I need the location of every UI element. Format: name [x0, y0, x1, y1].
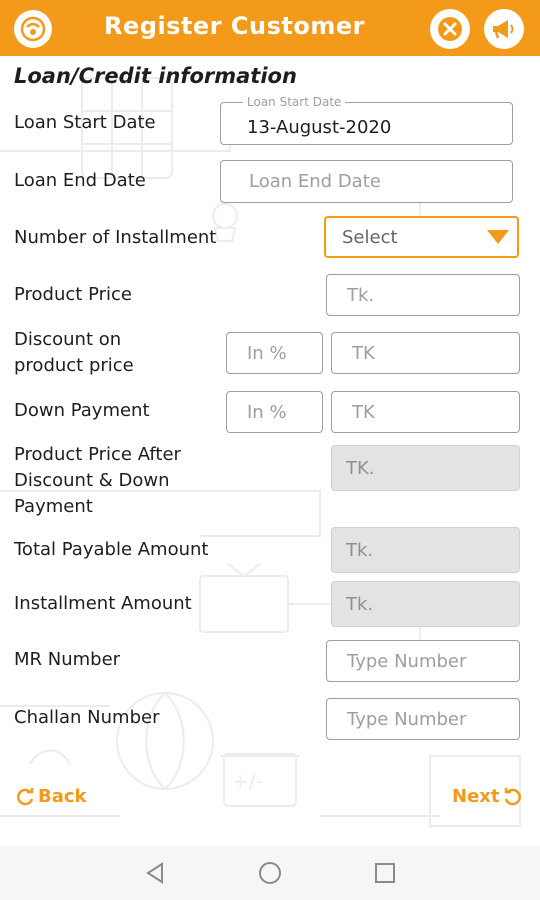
installment-count-selected: Select — [342, 226, 398, 248]
section-title: Loan/Credit information — [14, 64, 297, 88]
loan-end-date-field[interactable]: Loan End Date — [220, 160, 513, 203]
challan-number-label: Challan Number — [14, 707, 160, 728]
form-container: Loan/Credit information Loan Start Date … — [0, 56, 540, 846]
loan-start-date-value: 13-August-2020 — [247, 117, 392, 138]
back-label: Back — [38, 786, 87, 807]
next-arrow-icon — [504, 787, 521, 805]
announcement-button[interactable] — [484, 9, 524, 49]
price-after-label-line2: Discount & Down — [14, 470, 170, 491]
installment-amount-field: Tk. — [331, 581, 520, 627]
triangle-back-icon[interactable] — [144, 861, 166, 885]
dropdown-caret-icon — [487, 230, 509, 244]
circle-home-icon[interactable] — [258, 861, 282, 885]
loan-end-date-label: Loan End Date — [14, 170, 146, 191]
installment-count-label: Number of Installment — [14, 227, 217, 248]
square-recents-icon[interactable] — [374, 861, 396, 885]
mr-number-input[interactable]: Type Number — [326, 640, 520, 682]
installment-amount-label: Installment Amount — [14, 593, 192, 614]
total-payable-label: Total Payable Amount — [14, 539, 209, 560]
total-payable-field: Tk. — [331, 527, 520, 573]
loan-start-date-field[interactable]: Loan Start Date 13-August-2020 — [220, 95, 513, 145]
discount-label-line1: Discount on — [14, 329, 122, 350]
next-button[interactable]: Next — [452, 786, 522, 807]
mr-number-label: MR Number — [14, 649, 121, 670]
discount-percent-input[interactable]: In % — [226, 332, 323, 374]
next-label: Next — [452, 786, 500, 807]
page-title: Register Customer — [104, 12, 365, 40]
back-button[interactable]: Back — [16, 786, 87, 807]
megaphone-icon — [493, 20, 514, 39]
down-payment-label: Down Payment — [14, 400, 150, 421]
system-navigation-bar — [0, 846, 540, 900]
down-payment-amount-input[interactable]: TK — [331, 391, 520, 433]
close-icon — [438, 17, 462, 41]
loan-start-date-legend: Loan Start Date — [243, 95, 346, 109]
product-price-label: Product Price — [14, 284, 132, 305]
challan-number-input[interactable]: Type Number — [326, 698, 520, 740]
price-after-field: TK. — [331, 445, 520, 491]
price-after-label-line1: Product Price After — [14, 444, 181, 465]
discount-amount-input[interactable]: TK — [331, 332, 520, 374]
loan-start-date-label: Loan Start Date — [14, 112, 156, 133]
price-after-label-line3: Payment — [14, 496, 93, 517]
app-logo-icon[interactable] — [14, 10, 52, 48]
discount-label-line2: product price — [14, 355, 134, 376]
back-arrow-icon — [17, 787, 34, 805]
installment-count-select[interactable]: Select — [324, 216, 519, 258]
close-button[interactable] — [430, 9, 470, 49]
product-price-input[interactable]: Tk. — [326, 274, 520, 316]
app-header: Register Customer — [0, 0, 540, 56]
down-payment-percent-input[interactable]: In % — [226, 391, 323, 433]
